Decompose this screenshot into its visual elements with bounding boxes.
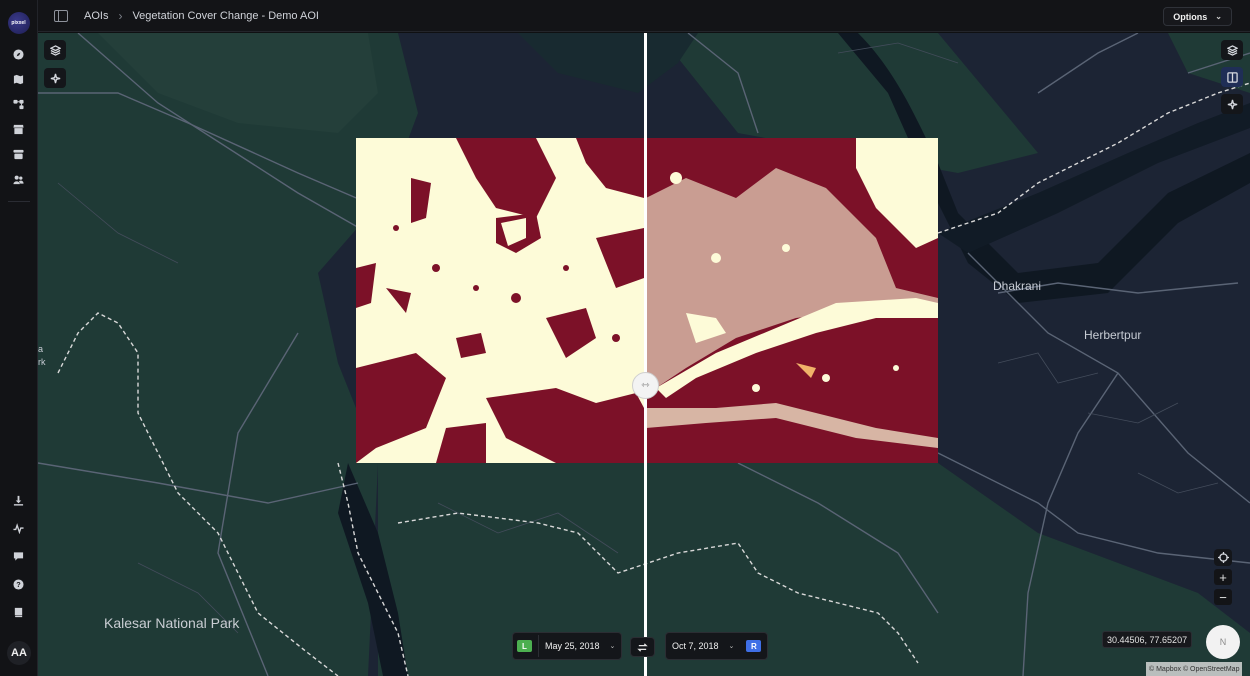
swipe-handle-icon[interactable]: ⇿ — [632, 372, 659, 399]
place-label-partial-rk: rk — [38, 357, 46, 367]
activity-icon — [13, 522, 24, 534]
sidebar-item-feedback[interactable] — [8, 548, 30, 564]
chevron-down-icon: ⌄ — [1215, 12, 1222, 21]
sidebar-item-workflows[interactable] — [8, 96, 30, 112]
map-attribution[interactable]: © Mapbox © OpenStreetMap — [1146, 662, 1243, 676]
workflow-icon — [13, 99, 24, 109]
right-layers-button[interactable] — [1221, 40, 1243, 60]
sidebar-item-team[interactable] — [8, 171, 30, 187]
sidebar-item-activity[interactable] — [8, 520, 30, 536]
sidebar-item-maps[interactable] — [8, 71, 30, 87]
right-date-value: Oct 7, 2018 — [672, 641, 719, 651]
left-date-picker: L May 25, 2018 ⌄ — [512, 632, 623, 660]
svg-text:?: ? — [16, 580, 21, 589]
map-icon — [13, 74, 24, 84]
map-canvas[interactable]: Dhakrani Herbertpur Kalesar National Par… — [38, 33, 1250, 676]
download-icon — [13, 495, 24, 506]
options-label: Options — [1173, 11, 1208, 22]
zoom-out-button[interactable]: − — [1214, 589, 1232, 605]
compass-icon — [13, 48, 24, 60]
compass-button[interactable]: N — [1206, 625, 1240, 659]
left-date-value: May 25, 2018 — [545, 641, 600, 651]
left-ai-button[interactable] — [44, 68, 66, 88]
left-tag: L — [517, 640, 532, 652]
options-button[interactable]: Options ⌄ — [1163, 7, 1232, 26]
page-title: Vegetation Cover Change - Demo AOI — [132, 9, 319, 22]
split-view-icon — [1226, 71, 1238, 83]
breadcrumb-root[interactable]: AOIs — [84, 10, 108, 22]
chevron-down-icon: ⌄ — [728, 643, 735, 650]
sidebar-item-help[interactable]: ? — [8, 576, 30, 592]
sparkle-icon — [50, 73, 60, 83]
right-date-select[interactable]: Oct 7, 2018 ⌄ — [666, 635, 740, 657]
app-logo[interactable]: pixxel — [7, 12, 30, 34]
sidebar-item-docs[interactable] — [8, 604, 30, 620]
team-icon — [13, 175, 24, 184]
sidebar-bottom: ? — [8, 492, 30, 620]
breadcrumb-chevron-icon: › — [118, 8, 123, 23]
left-date-select[interactable]: May 25, 2018 ⌄ — [538, 635, 621, 657]
locate-button[interactable] — [1214, 549, 1232, 566]
swap-icon — [637, 642, 648, 652]
layers-icon — [49, 44, 61, 56]
sidebar-divider — [7, 201, 30, 202]
sidebar-item-explore[interactable] — [8, 46, 30, 62]
help-icon: ? — [13, 578, 24, 590]
right-tag: R — [746, 640, 762, 652]
sidebar: pixxel ? AA — [0, 0, 38, 676]
sidebar-nav — [8, 46, 30, 187]
sidebar-item-downloads[interactable] — [8, 492, 30, 508]
change-detection-overlay — [356, 138, 938, 463]
place-label-herbertpur: Herbertpur — [1084, 328, 1142, 342]
swipe-divider[interactable] — [644, 33, 647, 676]
archive-icon — [13, 149, 24, 159]
chat-icon — [13, 551, 24, 561]
crosshair-icon — [1217, 552, 1229, 563]
compare-view-button[interactable] — [1221, 67, 1243, 87]
swap-dates-button[interactable] — [630, 637, 655, 657]
coordinate-readout: 30.44506, 77.65207 — [1102, 631, 1193, 648]
store-icon — [13, 124, 24, 134]
logo-text: pixxel — [11, 20, 26, 26]
zoom-in-button[interactable]: + — [1214, 569, 1232, 585]
sidebar-item-store[interactable] — [8, 121, 30, 137]
right-date-picker: Oct 7, 2018 ⌄ R — [665, 632, 769, 660]
layers-icon — [1226, 44, 1238, 56]
topbar: AOIs › Vegetation Cover Change - Demo AO… — [38, 0, 1250, 32]
sparkle-icon — [1227, 99, 1237, 109]
chevron-down-icon: ⌄ — [609, 643, 616, 650]
place-label-partial-a: a — [38, 344, 44, 354]
sidebar-item-archive[interactable] — [8, 146, 30, 162]
panel-toggle-icon[interactable] — [54, 9, 68, 22]
book-icon — [14, 607, 23, 617]
app-window: pixxel ? AA AOIs › Vegetation Cover Chan… — [0, 0, 1250, 676]
place-label-dhakrani: Dhakrani — [993, 279, 1042, 293]
place-label-kalesar: Kalesar National Park — [104, 615, 240, 631]
avatar[interactable]: AA — [7, 641, 31, 665]
left-layers-button[interactable] — [44, 40, 66, 60]
right-ai-button[interactable] — [1221, 94, 1243, 114]
